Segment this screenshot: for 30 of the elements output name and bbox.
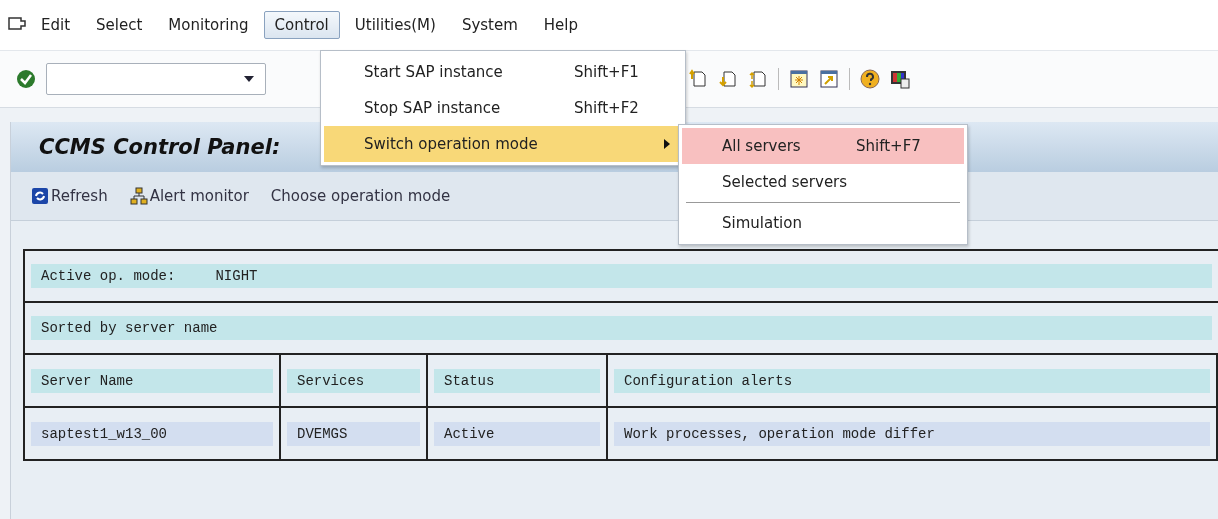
table-cell: Active — [434, 421, 600, 446]
info-label: Active op. mode: — [41, 268, 176, 284]
menu-item[interactable]: System — [450, 11, 529, 39]
menu-item[interactable]: Control — [263, 11, 340, 39]
column-header: Server Name — [31, 368, 273, 393]
toolbar-button[interactable]: Alert monitor — [129, 187, 249, 205]
table-cell: saptest1_w13_00 — [31, 421, 273, 446]
table-cell: DVEMGS — [287, 421, 420, 446]
shortcut: Shift+F7 — [856, 137, 922, 155]
menu-entry[interactable]: Stop SAP instance Shift+F2 — [324, 90, 682, 126]
shortcut: Shift+F2 — [574, 99, 640, 117]
table-cell: Work processes, operation mode differ — [614, 421, 1210, 446]
menu-item[interactable]: Edit — [30, 11, 82, 39]
shortcut: Shift+F1 — [574, 63, 640, 81]
menu-item[interactable]: Utilities(M) — [343, 11, 447, 39]
menu-item[interactable]: Monitoring — [157, 11, 260, 39]
column-header: Configuration alerts — [614, 368, 1210, 393]
info-value: NIGHT — [215, 268, 258, 284]
menu-entry[interactable]: Start SAP instance Shift+F1 — [324, 54, 682, 90]
toolbar-button[interactable]: Choose operation mode — [270, 187, 451, 205]
sort-note: Sorted by server name — [41, 320, 218, 336]
menu-item[interactable]: Help — [532, 11, 590, 39]
column-header: Status — [434, 368, 600, 393]
toolbar-button[interactable]: Refresh — [31, 187, 108, 205]
screen-title: CCMS Control Panel: — [39, 135, 281, 159]
menu-item[interactable]: Select — [85, 11, 154, 39]
menu-entry[interactable]: All servers Shift+F7 — [682, 128, 964, 164]
menu-entry[interactable]: Simulation — [682, 205, 964, 241]
column-header: Services — [287, 368, 420, 393]
menu-entry[interactable]: Selected servers — [682, 164, 964, 200]
